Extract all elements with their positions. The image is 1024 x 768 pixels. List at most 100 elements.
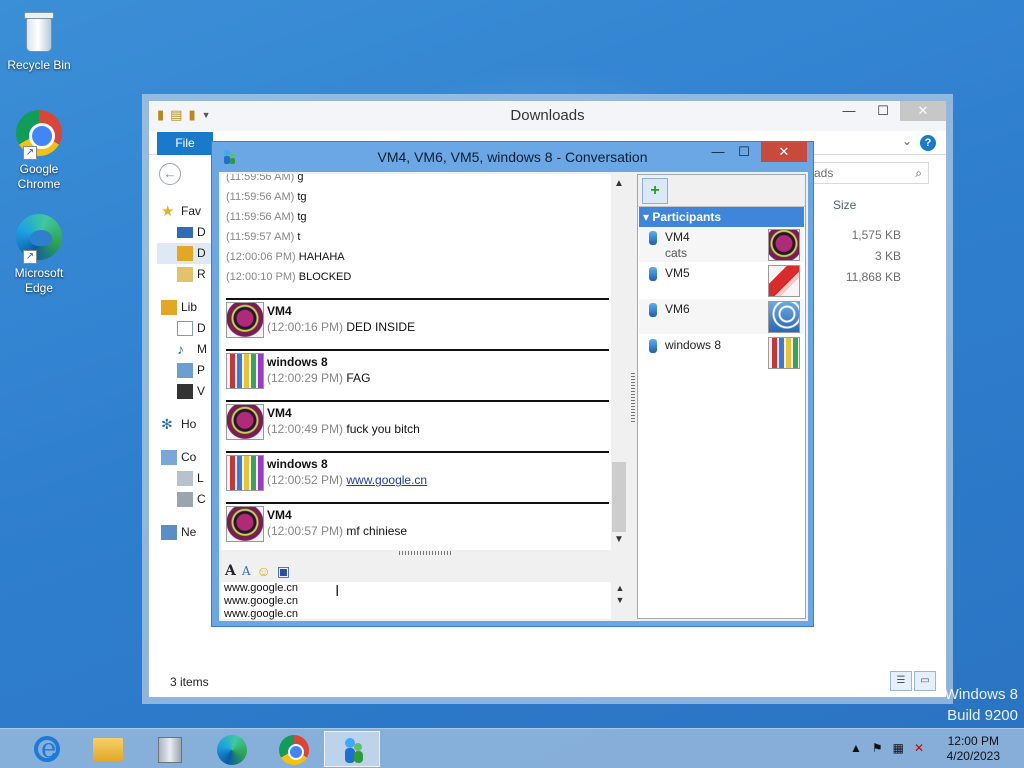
chat-history[interactable]: (11:59:56 AM) g (11:59:56 AM) tg (11:59:… [221,174,611,550]
scroll-down-icon[interactable]: ▼ [611,532,627,548]
file-tab[interactable]: File [157,132,213,155]
chat-scrollbar[interactable]: ▲ ▼ [611,174,627,550]
scroll-up-icon[interactable]: ▲ [611,176,627,192]
message-sender: VM4 [267,304,292,318]
taskbar-file-explorer[interactable] [80,731,136,767]
nav-item-videos[interactable]: V [157,381,217,402]
nav-label: Ho [181,417,197,431]
timestamp: (11:59:57 AM) [226,231,295,243]
font-icon[interactable]: A [225,563,236,579]
network-icon[interactable]: ▦ [893,741,904,755]
minimize-button[interactable]: — [832,101,866,121]
format-toolbar: A A ☺ ▣ [221,560,629,582]
file-size: 11,868 KB [845,270,901,284]
nav-item-music[interactable]: ♪ M [157,339,217,360]
user-status-icon [649,303,657,317]
participant-row[interactable]: VM5 [639,263,804,299]
windows-build-watermark: Windows 8 Build 9200 [945,684,1018,726]
message-body: (12:00:57 PM) mf chiniese [267,524,407,538]
participant-avatar [768,337,800,369]
taskbar-installer[interactable] [142,731,198,767]
chat-text: BLOCKED [298,271,352,283]
nav-item-network-drive[interactable]: C [157,489,217,510]
system-tray: ▲ ⚑ ▦ ✕ [850,741,924,755]
system-clock[interactable]: 12:00 PM 4/20/2023 [947,734,1000,764]
message-sender: windows 8 [267,457,328,471]
maximize-button[interactable]: ☐ [866,101,900,121]
participants-header[interactable]: ▾ Participants [639,207,804,227]
desktop-icon-google-chrome[interactable]: ↗ Google Chrome [4,110,74,192]
chat-text: tg [297,191,307,203]
nav-item-downloads[interactable]: D [157,243,217,264]
input-line: www.google.cn [224,582,298,594]
participant-row[interactable]: windows 8 [639,335,804,371]
timestamp: (12:00:16 PM) [267,320,344,334]
input-scrollbar[interactable]: ▲ ▼ [613,582,627,619]
nav-label: Ne [181,525,197,539]
participant-row[interactable]: VM6 [639,299,804,335]
desktop-icon-recycle-bin[interactable]: Recycle Bin [4,6,74,73]
help-icon[interactable]: ? [920,135,936,151]
file-size: 1,575 KB [851,228,901,242]
conversation-titlebar[interactable]: VM4, VM6, VM5, windows 8 - Conversation … [212,142,813,172]
conversation-window[interactable]: VM4, VM6, VM5, windows 8 - Conversation … [211,141,814,627]
column-header-size[interactable]: Size [833,198,856,212]
search-input[interactable]: ads ⌕ [807,162,929,184]
nav-item-recent[interactable]: R [157,264,217,285]
expand-ribbon-icon[interactable]: ⌄ [902,134,912,148]
chat-text: t [297,231,301,243]
search-icon: ⌕ [915,166,922,180]
nav-item-computer[interactable]: Co [157,447,217,468]
desktop-icon-microsoft-edge[interactable]: ↗ Microsoft Edge [4,214,74,296]
message-link[interactable]: www.google.cn [346,473,427,487]
star-icon: ★ [161,203,175,220]
nav-item-pictures[interactable]: P [157,360,217,381]
add-participant-button[interactable]: + [642,178,668,204]
nav-item-documents[interactable]: D [157,318,217,339]
close-button[interactable]: ✕ [761,142,807,162]
participant-row[interactable]: VM4 cats [639,227,804,263]
back-button[interactable]: ← [159,163,181,185]
desktop-icon-label: Recycle Bin [7,58,71,72]
taskbar-edge[interactable] [204,731,260,767]
chat-line: (12:00:06 PM) HAHAHA [221,247,611,267]
minimize-button[interactable]: — [705,142,731,162]
font-color-icon[interactable]: A [242,564,251,578]
chat-message: VM4 (12:00:49 PM) fuck you bitch [226,400,609,451]
participant-avatar [768,229,800,261]
chat-text: g [297,174,304,183]
taskbar-messenger[interactable] [324,731,380,767]
action-center-flag-icon[interactable]: ⚑ [872,741,883,755]
nav-item-desktop[interactable]: D [157,222,217,243]
file-size: 3 KB [874,249,901,263]
details-view-button[interactable]: ☰ [890,671,912,691]
emoticon-icon[interactable]: ☺ [257,563,271,579]
nav-item-favorites[interactable]: ★ Fav [157,201,217,222]
close-button[interactable]: ✕ [900,101,946,121]
show-hidden-icons-icon[interactable]: ▲ [850,741,862,755]
splitter-grip[interactable] [399,551,451,555]
chat-message: windows 8 (12:00:29 PM) FAG [226,349,609,400]
splitter-grip-vertical[interactable] [631,372,635,422]
scroll-thumb[interactable] [612,462,626,532]
nav-item-local-disk[interactable]: L [157,468,217,489]
taskbar-chrome[interactable] [266,731,322,767]
conversation-body: (11:59:56 AM) g (11:59:56 AM) tg (11:59:… [219,172,808,621]
message-input[interactable]: www.google.cn www.google.cn www.google.c… [221,582,611,620]
timestamp: (11:59:56 AM) [226,191,295,203]
participant-name: VM4 [665,230,690,244]
large-icons-view-button[interactable]: ▭ [914,671,936,691]
taskbar-internet-explorer[interactable] [18,731,74,767]
volume-muted-icon[interactable]: ✕ [914,741,924,755]
nav-item-libraries[interactable]: Lib [157,297,217,318]
chat-text: tg [297,211,307,223]
save-icon[interactable]: ▣ [277,563,290,580]
input-line: www.google.cn [224,608,298,620]
explorer-titlebar[interactable]: ▮ ▤ ▮ ▼ Downloads — ☐ ✕ [149,101,946,131]
chat-message: windows 8 (12:00:52 PM) www.google.cn [226,451,609,502]
avatar [226,404,264,440]
nav-item-network[interactable]: Ne [157,522,217,543]
maximize-button[interactable]: ☐ [731,142,757,162]
nav-item-homegroup[interactable]: ✻ Ho [157,414,217,435]
chat-line: (11:59:56 AM) tg [221,187,611,207]
